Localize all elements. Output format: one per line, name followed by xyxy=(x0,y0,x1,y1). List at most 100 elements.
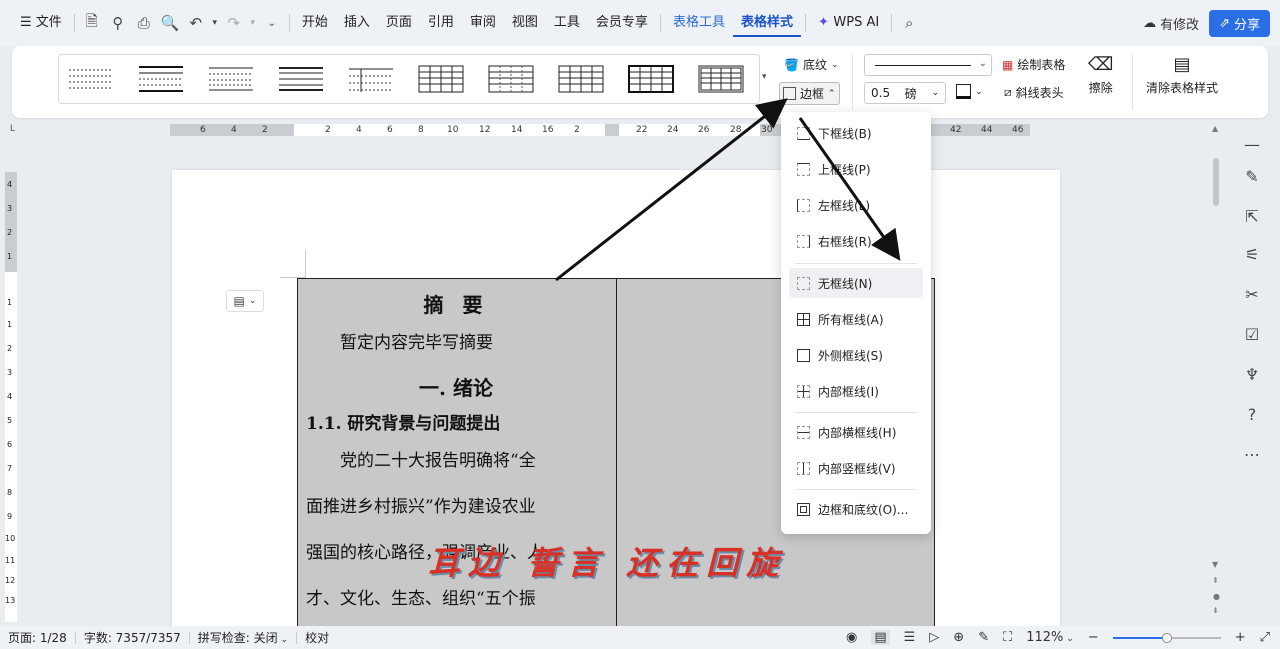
tab-view[interactable]: 视图 xyxy=(504,9,546,37)
adjust-sliders-icon[interactable]: ⚟ xyxy=(1240,242,1264,266)
table-style-6[interactable] xyxy=(417,64,465,94)
line-style-select[interactable]: ⌄ xyxy=(864,54,992,76)
table-style-7[interactable] xyxy=(487,64,535,94)
tab-member[interactable]: 会员专享 xyxy=(588,9,656,37)
draw-table-button[interactable]: ▦ 绘制表格 xyxy=(1002,56,1065,73)
table-style-4[interactable] xyxy=(277,64,325,94)
tab-references[interactable]: 引用 xyxy=(420,9,462,37)
menu-item-top-border[interactable]: 上框线(P) xyxy=(789,154,923,184)
menu-item-no-border[interactable]: 无框线(N) xyxy=(789,268,923,298)
vruler-tick: 3 xyxy=(7,368,13,377)
zoom-level[interactable]: 112% ⌄ xyxy=(1026,630,1074,645)
format-painter-icon[interactable]: ⚲ xyxy=(105,9,131,37)
chevron-down-icon: ⌄ xyxy=(975,86,983,97)
gallery-more-icon[interactable]: ▾ xyxy=(762,72,767,82)
prev-page-icon[interactable]: ⇞ xyxy=(1212,576,1219,585)
table-style-10[interactable] xyxy=(697,64,745,94)
pen-color-button[interactable]: ⌄ xyxy=(956,84,983,99)
fullscreen-icon[interactable]: ⤢ xyxy=(1260,630,1270,645)
undo-icon[interactable]: ↶ xyxy=(183,9,209,37)
word-count[interactable]: 字数: 7357/7357 xyxy=(76,629,189,646)
diagonal-header-button[interactable]: ⧄ 斜线表头 xyxy=(1004,84,1064,101)
select-browse-icon[interactable]: ● xyxy=(1213,592,1220,601)
eye-protection-icon[interactable]: ◉ xyxy=(846,630,857,645)
table-style-5[interactable] xyxy=(347,64,395,94)
fit-page-icon[interactable]: ⛶ xyxy=(1003,630,1012,645)
vruler-tick: 1 xyxy=(7,320,13,329)
ribbon-table-style: ▾ 🪣 底纹 ⌄ 边框 ⌃ ⌄ 0.5 磅 ⌄ ⌄ ▦ 绘制表格 ⧄ 斜线表头 ⌫ 擦除 ▤ 清除… xyxy=(12,46,1268,118)
tab-home[interactable]: 开始 xyxy=(294,9,336,37)
menu-item-inside-borders[interactable]: 内部框线(I) xyxy=(789,376,923,406)
more-icon[interactable]: ⋯ xyxy=(1240,442,1264,466)
body-line: 党的二十大报告明确将“全 xyxy=(340,451,536,471)
shirt-icon[interactable]: ♆ xyxy=(1240,362,1264,386)
scroll-up-icon[interactable]: ▲ xyxy=(1212,124,1218,133)
modified-status[interactable]: ☁ 有修改 xyxy=(1143,14,1199,33)
table-layout-handle[interactable]: ▤ ⌄ xyxy=(226,290,264,312)
scroll-down-icon[interactable]: ▼ xyxy=(1212,560,1218,569)
tab-wps-ai[interactable]: ✦ WPS AI xyxy=(810,9,887,37)
print-icon[interactable]: ⎙ xyxy=(131,9,157,37)
redo-dropdown-icon[interactable]: ▾ xyxy=(247,9,259,37)
table-style-2[interactable] xyxy=(137,64,185,94)
tab-table-style[interactable]: 表格样式 xyxy=(732,9,801,37)
collapse-icon[interactable]: — xyxy=(1240,132,1264,156)
help-icon[interactable]: ? xyxy=(1240,402,1264,426)
shading-button[interactable]: 🪣 底纹 ⌄ xyxy=(784,56,839,73)
chevron-down-icon: ⌄ xyxy=(1063,634,1074,644)
chevron-down-icon: ⌄ xyxy=(830,59,839,70)
save-icon[interactable]: 🗎 xyxy=(79,9,105,37)
page-count[interactable]: 页面: 1/28 xyxy=(0,629,75,646)
menu-item-right-border[interactable]: 右框线(R) xyxy=(789,226,923,256)
menu-item-outside-borders[interactable]: 外侧框线(S) xyxy=(789,340,923,370)
border-button[interactable]: 边框 ⌃ xyxy=(779,82,840,105)
spellcheck-status[interactable]: 拼写检查: 关闭 ⌄ xyxy=(190,629,296,646)
tab-review[interactable]: 审阅 xyxy=(462,9,504,37)
line-width-select[interactable]: 0.5 磅 ⌄ xyxy=(864,82,946,104)
menu-item-all-borders[interactable]: 所有框线(A) xyxy=(789,304,923,334)
table-style-8[interactable] xyxy=(557,64,605,94)
menu-item-bottom-border[interactable]: 下框线(B) xyxy=(789,118,923,148)
ruler-tick: 6 xyxy=(200,125,206,135)
menu-item-borders-and-shading[interactable]: 边框和底纹(O)... xyxy=(789,494,923,524)
tools-icon[interactable]: ✂ xyxy=(1240,282,1264,306)
clear-table-style-button[interactable]: ▤ 清除表格样式 xyxy=(1146,54,1218,96)
table-style-9[interactable] xyxy=(627,64,675,94)
vertical-scrollbar[interactable]: ▲ ▼ ⇞ ● ⇟ xyxy=(1210,124,1222,624)
page-view-icon[interactable]: ▤ xyxy=(871,630,890,645)
zoom-slider[interactable] xyxy=(1112,632,1221,643)
zoom-in-icon[interactable]: + xyxy=(1235,630,1246,645)
search-icon[interactable]: ⌕ xyxy=(896,9,922,37)
tab-insert[interactable]: 插入 xyxy=(336,9,378,37)
tab-page[interactable]: 页面 xyxy=(378,9,420,37)
read-mode-icon[interactable]: ▷ xyxy=(929,630,939,645)
share-button[interactable]: ⇗ 分享 xyxy=(1209,10,1270,37)
tab-table-tools[interactable]: 表格工具 xyxy=(665,9,733,37)
edit-pen-icon[interactable]: ✎ xyxy=(1240,164,1264,188)
menu-item-inside-vertical[interactable]: 内部竖框线(V) xyxy=(789,453,923,483)
outline-view-icon[interactable]: ☰ xyxy=(904,630,916,645)
ruler-tick: 22 xyxy=(636,125,648,135)
select-cursor-icon[interactable]: ⇱ xyxy=(1240,204,1264,228)
writing-mode-icon[interactable]: ✎ xyxy=(978,630,989,645)
quick-access-dropdown-icon[interactable]: ⌄ xyxy=(259,9,285,37)
table-style-3[interactable] xyxy=(207,64,255,94)
redo-icon[interactable]: ↷ xyxy=(221,9,247,37)
file-menu[interactable]: ☰ 文件 xyxy=(12,9,70,37)
proofread-button[interactable]: 校对 xyxy=(297,629,337,646)
zoom-out-icon[interactable]: − xyxy=(1088,630,1099,645)
tab-tools[interactable]: 工具 xyxy=(546,9,588,37)
menu-item-inside-horizontal[interactable]: 内部横框线(H) xyxy=(789,417,923,447)
web-view-icon[interactable]: ⊕ xyxy=(953,630,964,645)
table-style-1[interactable] xyxy=(67,64,115,94)
chevron-down-icon: ⌄ xyxy=(277,635,289,645)
undo-dropdown-icon[interactable]: ▾ xyxy=(209,9,221,37)
scroll-thumb[interactable] xyxy=(1213,158,1219,206)
zoom-slider-thumb[interactable] xyxy=(1161,632,1172,643)
menu-item-left-border[interactable]: 左框线(L) xyxy=(789,190,923,220)
document-check-icon[interactable]: ☑ xyxy=(1240,322,1264,346)
vertical-ruler[interactable]: 4 3 2 1 1 1 2 3 4 5 6 7 8 9 10 11 12 13 xyxy=(5,172,17,622)
erase-button[interactable]: ⌫ 擦除 xyxy=(1088,54,1113,96)
print-preview-icon[interactable]: 🔍 xyxy=(157,9,183,37)
next-page-icon[interactable]: ⇟ xyxy=(1212,606,1219,615)
